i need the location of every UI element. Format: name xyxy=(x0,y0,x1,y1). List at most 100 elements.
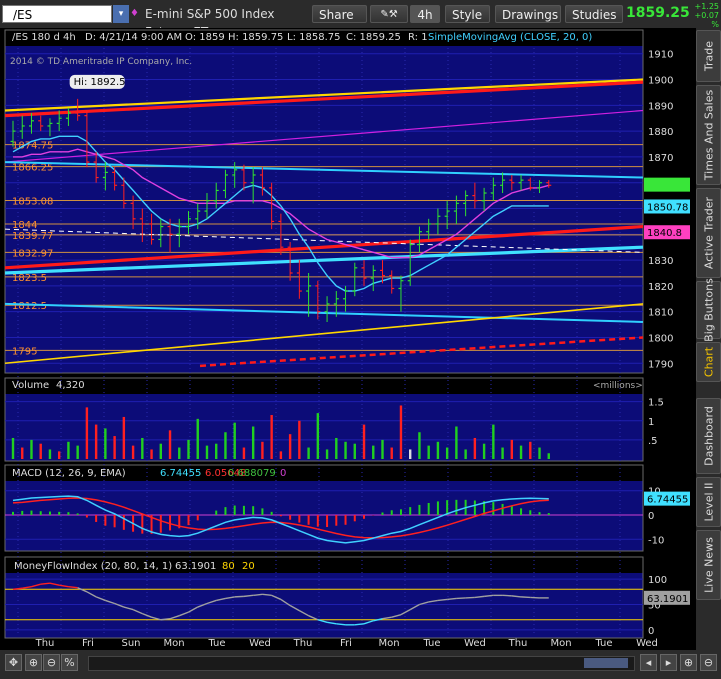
sidebar-tab-chart[interactable]: Chart xyxy=(696,342,721,382)
volume-bar xyxy=(215,443,218,459)
price-tag-label: 1840.8 xyxy=(647,228,682,239)
volume-bar xyxy=(122,416,126,459)
macd-histogram-bar xyxy=(141,515,144,534)
price-symbol-period: /ES 180 d 4h xyxy=(12,32,76,43)
mfi-segment xyxy=(502,594,512,597)
x-tick-label: Fri xyxy=(340,638,352,649)
x-tick-label: Mon xyxy=(378,638,399,649)
volume-bar xyxy=(242,447,246,459)
price-low: L: 1858.75 xyxy=(287,32,340,43)
x-tick-label: Sun xyxy=(121,638,140,649)
symbol-description: E-mini S&P 500 Index Futures,ET... xyxy=(145,7,275,39)
price-tick-label: 1790 xyxy=(648,359,673,370)
volume-bar xyxy=(48,449,52,459)
pan-icon[interactable]: ✥ xyxy=(5,654,22,671)
percent-icon[interactable]: % xyxy=(61,654,78,671)
share-label: Share xyxy=(319,8,354,22)
macd-histogram-bar xyxy=(529,510,532,515)
x-tick-label: Tue xyxy=(207,638,225,649)
right-sidebar: Trade Times And Sales Active Trader Big … xyxy=(696,28,721,663)
symbol-input[interactable]: /ES xyxy=(2,5,112,23)
drawings-button[interactable]: Drawings xyxy=(495,5,561,23)
macd-histogram-bar xyxy=(399,509,402,515)
price-tag-label: 1850.78 xyxy=(647,202,688,213)
sidebar-tab-level-ii[interactable]: Level II xyxy=(696,477,721,527)
volume-bar xyxy=(519,445,523,459)
macd-histogram-bar xyxy=(510,506,513,515)
macd-histogram-bar xyxy=(39,511,42,515)
macd-value: 6.74455 xyxy=(160,468,201,479)
volume-bar xyxy=(298,420,301,459)
macd-histogram-bar xyxy=(307,515,310,525)
sidebar-tab-label: Chart xyxy=(702,346,715,378)
zoom-out-icon[interactable]: ⊖ xyxy=(43,654,60,671)
sidebar-tab-active-trader[interactable]: Active Trader xyxy=(696,188,721,278)
volume-bar xyxy=(288,434,292,459)
sidebar-tab-label: Times And Sales xyxy=(702,89,715,181)
mfi-oversold: 20 xyxy=(242,561,255,572)
mfi-segment xyxy=(521,596,531,599)
macd-histogram-bar xyxy=(473,500,476,515)
timeframe-label: 4h xyxy=(417,8,433,22)
x-tick-label: Fri xyxy=(82,638,94,649)
price-tick-label: 1890 xyxy=(648,101,673,112)
scroll-left-icon[interactable]: ◂ xyxy=(640,654,657,671)
horizontal-scrollbar[interactable] xyxy=(88,656,635,671)
zoom-out-slider-icon[interactable]: ⊖ xyxy=(700,654,717,671)
studies-button[interactable]: Studies xyxy=(565,5,623,23)
macd-histogram-bar xyxy=(455,499,458,515)
scroll-right-icon[interactable]: ▸ xyxy=(660,654,677,671)
volume-bar xyxy=(11,437,15,459)
macd-histogram-bar xyxy=(224,507,227,515)
volume-bar xyxy=(547,453,550,459)
price-high: H: 1859.75 xyxy=(228,32,283,43)
volume-bar xyxy=(21,447,24,459)
macd-histogram-bar xyxy=(547,513,550,515)
sidebar-tab-label: Active Trader xyxy=(702,196,715,270)
sidebar-tab-live-news[interactable]: Live News xyxy=(696,530,721,600)
volume-bar xyxy=(104,428,107,459)
sidebar-tab-big-buttons[interactable]: Big Buttons xyxy=(696,278,721,342)
change-abs: +1.25 xyxy=(694,2,719,11)
macd-histogram-bar xyxy=(261,508,264,515)
volume-bar xyxy=(141,437,144,459)
mfi-segment xyxy=(456,597,466,600)
link-icon[interactable]: ♦ xyxy=(130,5,139,23)
level-label: 1839.77 xyxy=(12,231,53,242)
macd-histogram-bar xyxy=(316,515,319,527)
price-tick-label: 1810 xyxy=(648,308,673,319)
macd-tag-label: 6.74455 xyxy=(647,495,688,506)
volume-bar xyxy=(233,422,236,459)
volume-bar xyxy=(473,437,477,459)
chart-area[interactable]: 1790180018101820183018401850186018701880… xyxy=(0,28,696,650)
drawing-tools-icon[interactable]: ✎⚒ xyxy=(370,5,408,23)
volume-bar xyxy=(39,443,42,459)
volume-bar xyxy=(492,424,495,459)
volume-bar xyxy=(390,447,393,459)
scrollbar-thumb[interactable] xyxy=(584,658,628,668)
sidebar-tab-trade[interactable]: Trade xyxy=(696,30,721,82)
price-tick-label: 1900 xyxy=(648,76,673,87)
sidebar-tab-dashboard[interactable]: Dashboard xyxy=(696,398,721,474)
volume-bar xyxy=(131,445,135,459)
macd-histogram-bar xyxy=(279,515,282,517)
mfi-value: 63.1901 xyxy=(175,561,216,572)
timeframe-button[interactable]: 4h xyxy=(410,5,440,23)
mfi-tag-label: 63.1901 xyxy=(647,594,688,605)
macd-histogram-bar xyxy=(104,515,107,526)
x-tick-label: Wed xyxy=(464,638,486,649)
volume-bar xyxy=(205,445,209,459)
symbol-dropdown-icon[interactable]: ▾ xyxy=(113,5,129,23)
price-change: +1.25 +0.07 % xyxy=(685,2,719,29)
share-button[interactable]: Share xyxy=(312,5,367,23)
zoom-slider-icon[interactable]: ⊕ xyxy=(680,654,697,671)
style-button[interactable]: Style xyxy=(445,5,490,23)
macd-histogram-bar xyxy=(289,515,292,520)
zoom-in-icon[interactable]: ⊕ xyxy=(25,654,42,671)
macd-histogram-bar xyxy=(298,515,301,523)
mfi-segment xyxy=(465,596,475,599)
sidebar-tab-times-and-sales[interactable]: Times And Sales xyxy=(696,85,721,185)
volume-units: <millions> xyxy=(593,381,643,391)
volume-bar xyxy=(30,439,33,459)
price-tick-label: 1880 xyxy=(648,127,673,138)
